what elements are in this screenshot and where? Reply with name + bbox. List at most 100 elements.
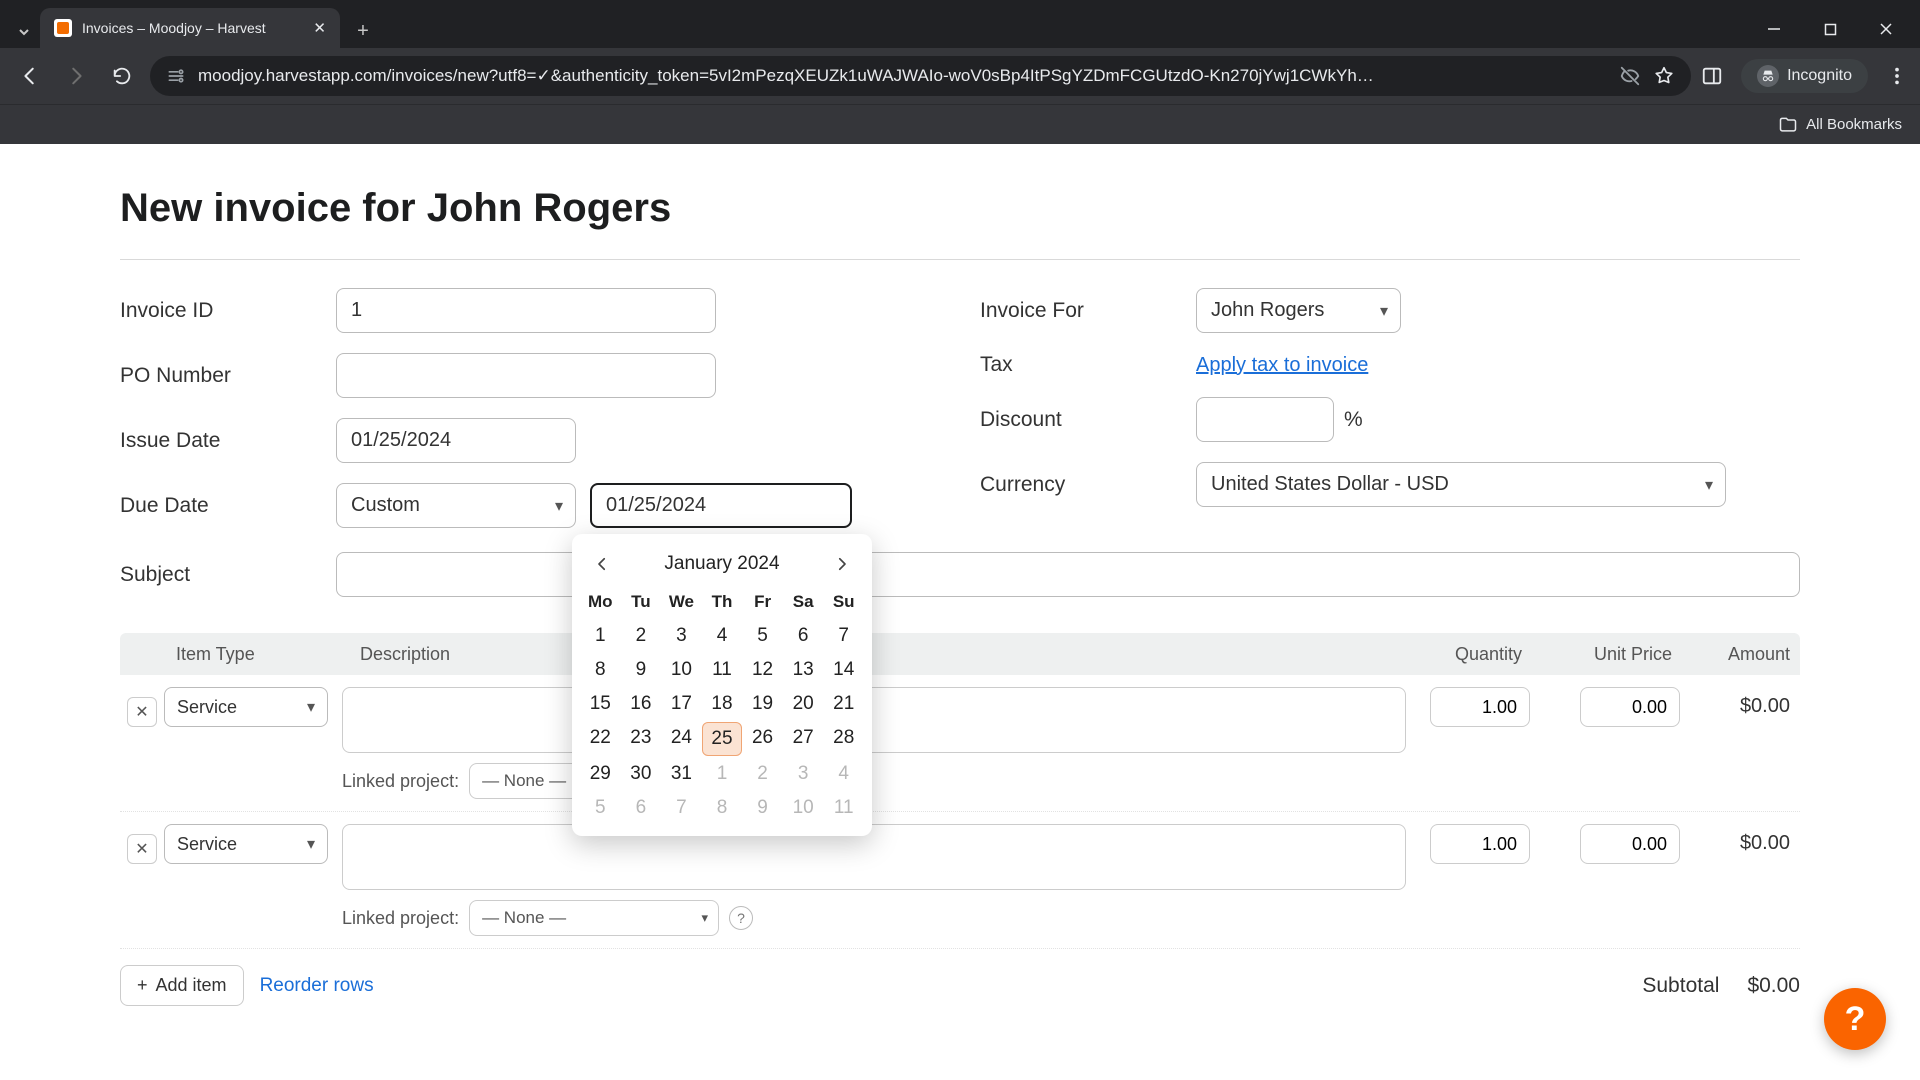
back-button[interactable] — [12, 58, 48, 94]
discount-input[interactable] — [1196, 397, 1334, 442]
datepicker-day[interactable]: 31 — [661, 758, 702, 790]
col-unit-price: Unit Price — [1540, 644, 1690, 665]
reload-button[interactable] — [104, 58, 140, 94]
tab-search-icon[interactable] — [8, 16, 40, 48]
datepicker-day[interactable]: 24 — [661, 722, 702, 756]
po-number-input[interactable] — [336, 353, 716, 398]
datepicker-day[interactable]: 2 — [742, 758, 783, 790]
datepicker-day[interactable]: 10 — [783, 792, 824, 824]
item-description-input[interactable] — [342, 687, 1406, 753]
page-scroll[interactable]: New invoice for John Rogers Invoice ID P… — [0, 144, 1920, 1080]
item-quantity-input[interactable] — [1430, 824, 1530, 864]
item-quantity-input[interactable] — [1430, 687, 1530, 727]
all-bookmarks-link[interactable]: All Bookmarks — [1778, 115, 1902, 135]
datepicker-day[interactable]: 19 — [742, 688, 783, 720]
datepicker-day[interactable]: 3 — [783, 758, 824, 790]
apply-tax-link[interactable]: Apply tax to invoice — [1196, 354, 1368, 377]
datepicker-day[interactable]: 21 — [823, 688, 864, 720]
datepicker-day[interactable]: 17 — [661, 688, 702, 720]
datepicker-day[interactable]: 14 — [823, 654, 864, 686]
datepicker-day[interactable]: 1 — [702, 758, 743, 790]
datepicker-day[interactable]: 6 — [783, 620, 824, 652]
reorder-rows-link[interactable]: Reorder rows — [260, 975, 374, 997]
remove-item-button[interactable]: ✕ — [127, 834, 157, 864]
datepicker-day[interactable]: 29 — [580, 758, 621, 790]
new-tab-button[interactable]: + — [346, 14, 380, 48]
datepicker-day[interactable]: 4 — [702, 620, 743, 652]
forward-button[interactable] — [58, 58, 94, 94]
subject-input[interactable] — [336, 552, 1800, 597]
add-item-button[interactable]: + Add item — [120, 965, 244, 1006]
datepicker-day[interactable]: 8 — [580, 654, 621, 686]
minimize-button[interactable] — [1748, 10, 1800, 48]
omnibox[interactable]: moodjoy.harvestapp.com/invoices/new?utf8… — [150, 56, 1691, 96]
datepicker-dow: Su — [823, 586, 864, 618]
datepicker-day[interactable]: 25 — [702, 722, 743, 756]
linked-project-label: Linked project: — [342, 908, 459, 929]
currency-value: United States Dollar - USD — [1211, 473, 1449, 496]
maximize-button[interactable] — [1804, 10, 1856, 48]
datepicker-day[interactable]: 5 — [580, 792, 621, 824]
item-unit-price-input[interactable] — [1580, 687, 1680, 727]
due-date-input[interactable] — [590, 483, 852, 528]
datepicker-day[interactable]: 12 — [742, 654, 783, 686]
datepicker-day[interactable]: 22 — [580, 722, 621, 756]
bookmark-star-icon[interactable] — [1653, 65, 1675, 87]
datepicker-day[interactable]: 6 — [621, 792, 662, 824]
datepicker-day[interactable]: 11 — [823, 792, 864, 824]
datepicker-day[interactable]: 13 — [783, 654, 824, 686]
chevron-down-icon: ▾ — [1705, 475, 1713, 495]
datepicker-day[interactable]: 10 — [661, 654, 702, 686]
issue-date-label: Issue Date — [120, 429, 336, 453]
linked-project-select[interactable]: — None — ▾ — [469, 900, 719, 936]
side-panel-icon[interactable] — [1701, 65, 1723, 87]
currency-select[interactable]: United States Dollar - USD ▾ — [1196, 462, 1726, 507]
datepicker-day[interactable]: 18 — [702, 688, 743, 720]
datepicker-day[interactable]: 1 — [580, 620, 621, 652]
help-icon[interactable]: ? — [729, 906, 753, 930]
datepicker-day[interactable]: 11 — [702, 654, 743, 686]
remove-item-button[interactable]: ✕ — [127, 697, 157, 727]
datepicker-grid: MoTuWeThFrSaSu12345678910111213141516171… — [580, 586, 864, 824]
eye-off-icon[interactable] — [1619, 65, 1641, 87]
datepicker-day[interactable]: 26 — [742, 722, 783, 756]
help-fab-button[interactable]: ? — [1824, 988, 1886, 1050]
item-type-select[interactable]: Service ▾ — [164, 687, 328, 727]
datepicker-day[interactable]: 4 — [823, 758, 864, 790]
issue-date-input[interactable] — [336, 418, 576, 463]
linked-project-row: Linked project: — None — ▾ ? — [342, 900, 1406, 936]
datepicker-day[interactable]: 2 — [621, 620, 662, 652]
datepicker-day[interactable]: 28 — [823, 722, 864, 756]
datepicker-day[interactable]: 27 — [783, 722, 824, 756]
datepicker-prev-button[interactable] — [588, 550, 616, 578]
datepicker-day[interactable]: 9 — [742, 792, 783, 824]
datepicker-day[interactable]: 20 — [783, 688, 824, 720]
datepicker-day[interactable]: 8 — [702, 792, 743, 824]
incognito-indicator[interactable]: Incognito — [1741, 59, 1868, 93]
all-bookmarks-label: All Bookmarks — [1806, 116, 1902, 133]
datepicker-day[interactable]: 16 — [621, 688, 662, 720]
datepicker-day[interactable]: 5 — [742, 620, 783, 652]
item-type-value: Service — [177, 834, 237, 855]
item-unit-price-input[interactable] — [1580, 824, 1680, 864]
menu-dots-icon[interactable] — [1886, 65, 1908, 87]
invoice-id-input[interactable] — [336, 288, 716, 333]
invoice-for-select[interactable]: John Rogers ▾ — [1196, 288, 1401, 333]
close-window-button[interactable] — [1860, 10, 1912, 48]
currency-label: Currency — [980, 473, 1196, 497]
datepicker-day[interactable]: 3 — [661, 620, 702, 652]
item-type-select[interactable]: Service ▾ — [164, 824, 328, 864]
datepicker-next-button[interactable] — [828, 550, 856, 578]
browser-tab[interactable]: Invoices – Moodjoy – Harvest ✕ — [40, 8, 340, 48]
due-date-type-select[interactable]: Custom ▾ — [336, 483, 576, 528]
datepicker-day[interactable]: 30 — [621, 758, 662, 790]
datepicker-day[interactable]: 9 — [621, 654, 662, 686]
chevron-down-icon: ▾ — [1380, 301, 1388, 321]
datepicker-day[interactable]: 7 — [823, 620, 864, 652]
site-settings-icon[interactable] — [166, 66, 186, 86]
item-description-input[interactable] — [342, 824, 1406, 890]
tab-close-icon[interactable]: ✕ — [313, 19, 326, 37]
datepicker-day[interactable]: 7 — [661, 792, 702, 824]
datepicker-day[interactable]: 15 — [580, 688, 621, 720]
datepicker-day[interactable]: 23 — [621, 722, 662, 756]
